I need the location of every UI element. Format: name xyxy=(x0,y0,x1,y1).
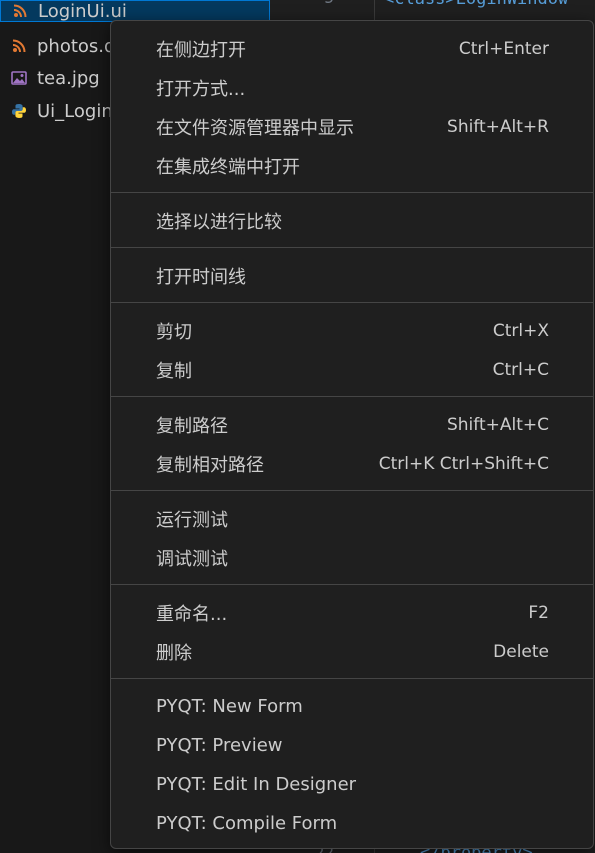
menu-item-label: PYQT: Edit In Designer xyxy=(156,774,357,795)
menu-item-shortcut: Ctrl+X xyxy=(492,320,549,341)
menu-item-reveal-in-explorer[interactable]: 在文件资源管理器中显示 Shift+Alt+R xyxy=(111,107,593,146)
menu-item-copy-relative-path[interactable]: 复制相对路径 Ctrl+K Ctrl+Shift+C xyxy=(111,444,593,483)
menu-item-shortcut: Ctrl+C xyxy=(492,359,549,380)
menu-item-pyqt-compile-form[interactable]: PYQT: Compile Form xyxy=(111,804,593,843)
menu-item-pyqt-edit-in-designer[interactable]: PYQT: Edit In Designer xyxy=(111,765,593,804)
menu-item-copy-path[interactable]: 复制路径 Shift+Alt+C xyxy=(111,405,593,444)
menu-item-label: 在文件资源管理器中显示 xyxy=(156,117,354,139)
menu-item-label: 剪切 xyxy=(156,321,192,343)
menu-item-shortcut: Ctrl+K Ctrl+Shift+C xyxy=(378,453,549,474)
menu-separator xyxy=(111,396,593,397)
menu-separator xyxy=(111,584,593,585)
file-name: LoginUi.ui xyxy=(38,0,127,22)
menu-item-label: 复制路径 xyxy=(156,415,228,437)
menu-item-select-for-compare[interactable]: 选择以进行比较 xyxy=(111,201,593,240)
menu-item-label: 在集成终端中打开 xyxy=(156,156,300,178)
menu-item-label: 运行测试 xyxy=(156,509,228,531)
rss-icon xyxy=(10,37,28,55)
menu-item-label: 打开时间线 xyxy=(156,266,246,288)
line-number: 5 xyxy=(324,0,334,7)
menu-item-label: 调试测试 xyxy=(156,548,228,570)
code-text: <class>LoginWindow xyxy=(384,0,568,9)
menu-item-label: 复制相对路径 xyxy=(156,454,264,476)
menu-item-shortcut: Shift+Alt+R xyxy=(447,116,549,137)
menu-item-pyqt-preview[interactable]: PYQT: Preview xyxy=(111,726,593,765)
menu-item-copy[interactable]: 复制 Ctrl+C xyxy=(111,350,593,389)
menu-separator xyxy=(111,678,593,679)
menu-item-rename[interactable]: 重命名... F2 xyxy=(111,593,593,632)
code-line: <class>LoginWindow xyxy=(384,0,568,9)
menu-item-label: PYQT: New Form xyxy=(156,696,303,717)
menu-separator xyxy=(111,192,593,193)
menu-item-shortcut: Ctrl+Enter xyxy=(458,38,549,59)
file-name: photos.q xyxy=(37,35,116,57)
python-icon xyxy=(10,102,28,120)
menu-item-cut[interactable]: 剪切 Ctrl+X xyxy=(111,311,593,350)
menu-item-open-with[interactable]: 打开方式... xyxy=(111,68,593,107)
menu-item-shortcut: Shift+Alt+C xyxy=(446,414,549,435)
menu-item-open-timeline[interactable]: 打开时间线 xyxy=(111,256,593,295)
menu-item-label: 打开方式... xyxy=(156,78,246,100)
file-name: Ui_Login xyxy=(37,100,113,122)
menu-item-label: PYQT: Preview xyxy=(156,735,283,756)
menu-separator xyxy=(111,247,593,248)
file-name: tea.jpg xyxy=(37,67,100,89)
file-item-loginui[interactable]: LoginUi.ui xyxy=(0,0,270,22)
menu-separator xyxy=(111,490,593,491)
menu-item-label: 在侧边打开 xyxy=(156,39,246,61)
image-icon xyxy=(10,69,28,87)
menu-item-delete[interactable]: 删除 Delete xyxy=(111,632,593,671)
menu-item-debug-tests[interactable]: 调试测试 xyxy=(111,538,593,577)
menu-item-label: 重命名... xyxy=(156,603,228,625)
menu-item-shortcut: Delete xyxy=(493,641,549,662)
menu-item-label: 复制 xyxy=(156,360,192,382)
menu-item-label: 选择以进行比较 xyxy=(156,211,282,233)
menu-item-pyqt-new-form[interactable]: PYQT: New Form xyxy=(111,687,593,726)
rss-icon xyxy=(11,2,29,20)
menu-separator xyxy=(111,302,593,303)
menu-item-run-tests[interactable]: 运行测试 xyxy=(111,499,593,538)
menu-item-label: 删除 xyxy=(156,642,192,664)
menu-item-shortcut: F2 xyxy=(528,602,549,623)
menu-item-open-to-side[interactable]: 在侧边打开 Ctrl+Enter xyxy=(111,29,593,68)
menu-item-label: PYQT: Compile Form xyxy=(156,813,338,834)
context-menu: 在侧边打开 Ctrl+Enter 打开方式... 在文件资源管理器中显示 Shi… xyxy=(110,20,594,849)
menu-item-open-in-terminal[interactable]: 在集成终端中打开 xyxy=(111,146,593,185)
